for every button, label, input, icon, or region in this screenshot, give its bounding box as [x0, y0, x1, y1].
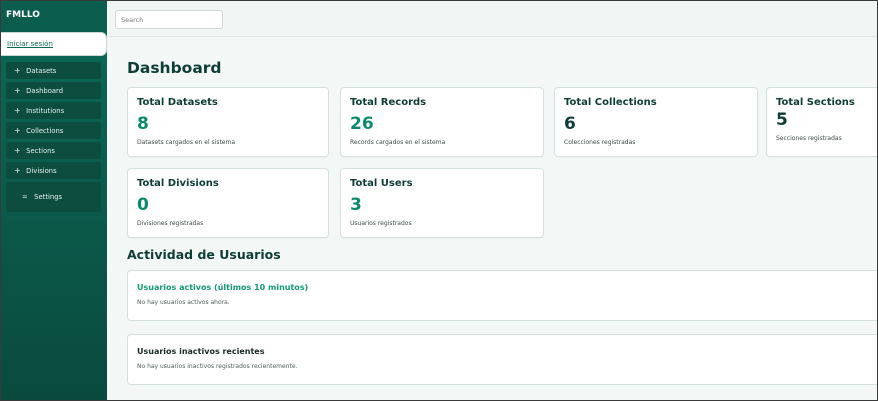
activity-title: Actividad de Usuarios — [127, 247, 281, 262]
stat-value: 0 — [137, 195, 149, 215]
sidebar-item-divisions[interactable]: + Divisions — [6, 162, 101, 179]
sidebar-item-sections[interactable]: + Sections — [6, 142, 101, 159]
stat-description: Colecciones registradas — [564, 139, 636, 146]
login-box: Iniciar sesión — [0, 32, 107, 56]
stat-card-datasets: Total Datasets 8 Datasets cargados en el… — [127, 87, 329, 157]
plus-icon: + — [14, 106, 21, 115]
stat-description: Divisiones registradas — [137, 220, 204, 227]
stat-description: Datasets cargados en el sistema — [137, 139, 236, 146]
stat-title: Total Divisions — [137, 178, 219, 189]
plus-icon: + — [14, 146, 21, 155]
stat-value: 8 — [137, 114, 149, 134]
inactive-users-panel: Usuarios inactivos recientes No hay usua… — [127, 334, 878, 385]
sidebar-item-institutions[interactable]: + Institutions — [6, 102, 101, 119]
stat-title: Total Collections — [564, 97, 657, 108]
stat-value: 3 — [350, 195, 362, 215]
active-users-panel: Usuarios activos (últimos 10 minutos) No… — [127, 270, 878, 321]
sidebar-item-collections[interactable]: + Collections — [6, 122, 101, 139]
stat-value: 26 — [350, 114, 374, 134]
stat-title: Total Records — [350, 97, 427, 108]
inactive-users-title: Usuarios inactivos recientes — [137, 347, 265, 356]
stat-card-sections: Total Sections 5 Secciones registradas — [766, 87, 878, 157]
sidebar-item-settings[interactable]: = Settings — [6, 182, 101, 212]
plus-icon: + — [14, 126, 21, 135]
sidebar-item-label: Institutions — [26, 107, 65, 115]
stat-value: 6 — [564, 114, 576, 134]
stat-card-records: Total Records 26 Records cargados en el … — [340, 87, 544, 157]
stat-card-collections: Total Collections 6 Colecciones registra… — [554, 87, 758, 157]
stat-description: Records cargados en el sistema — [350, 139, 446, 146]
active-users-title: Usuarios activos (últimos 10 minutos) — [137, 283, 309, 292]
stat-title: Total Datasets — [137, 97, 218, 108]
active-users-empty: No hay usuarios activos ahora. — [137, 299, 230, 306]
stat-title: Total Users — [350, 178, 413, 189]
sidebar-item-label: Settings — [34, 193, 63, 201]
stat-value: 5 — [776, 110, 788, 130]
sidebar-item-label: Sections — [26, 147, 55, 155]
main-content: Dashboard Total Datasets 8 Datasets carg… — [107, 37, 878, 401]
stat-card-users: Total Users 3 Usuarios registrados — [340, 168, 544, 238]
stat-card-divisions: Total Divisions 0 Divisiones registradas — [127, 168, 329, 238]
sidebar-item-label: Collections — [26, 127, 64, 135]
stat-description: Usuarios registrados — [350, 220, 412, 227]
brand-logo[interactable]: FMLLO — [0, 0, 107, 32]
page-title: Dashboard — [127, 59, 222, 77]
stat-description: Secciones registradas — [776, 135, 842, 142]
sidebar-item-datasets[interactable]: + Datasets — [6, 62, 101, 79]
top-bar — [107, 0, 878, 37]
sidebar-nav: + Datasets + Dashboard + Institutions + … — [6, 62, 101, 212]
sidebar-item-label: Divisions — [26, 167, 57, 175]
sidebar: FMLLO Iniciar sesión + Datasets + Dashbo… — [0, 0, 107, 401]
stat-title: Total Sections — [776, 97, 855, 108]
sidebar-item-dashboard[interactable]: + Dashboard — [6, 82, 101, 99]
login-link[interactable]: Iniciar sesión — [7, 40, 53, 48]
inactive-users-empty: No hay usuarios inactivos registrados re… — [137, 363, 298, 370]
sidebar-item-label: Dashboard — [26, 87, 64, 95]
plus-icon: + — [14, 166, 21, 175]
plus-icon: + — [14, 66, 21, 75]
search-input[interactable] — [115, 10, 223, 29]
sidebar-item-label: Datasets — [26, 67, 57, 75]
plus-icon: + — [14, 86, 21, 95]
menu-icon: = — [22, 193, 28, 201]
